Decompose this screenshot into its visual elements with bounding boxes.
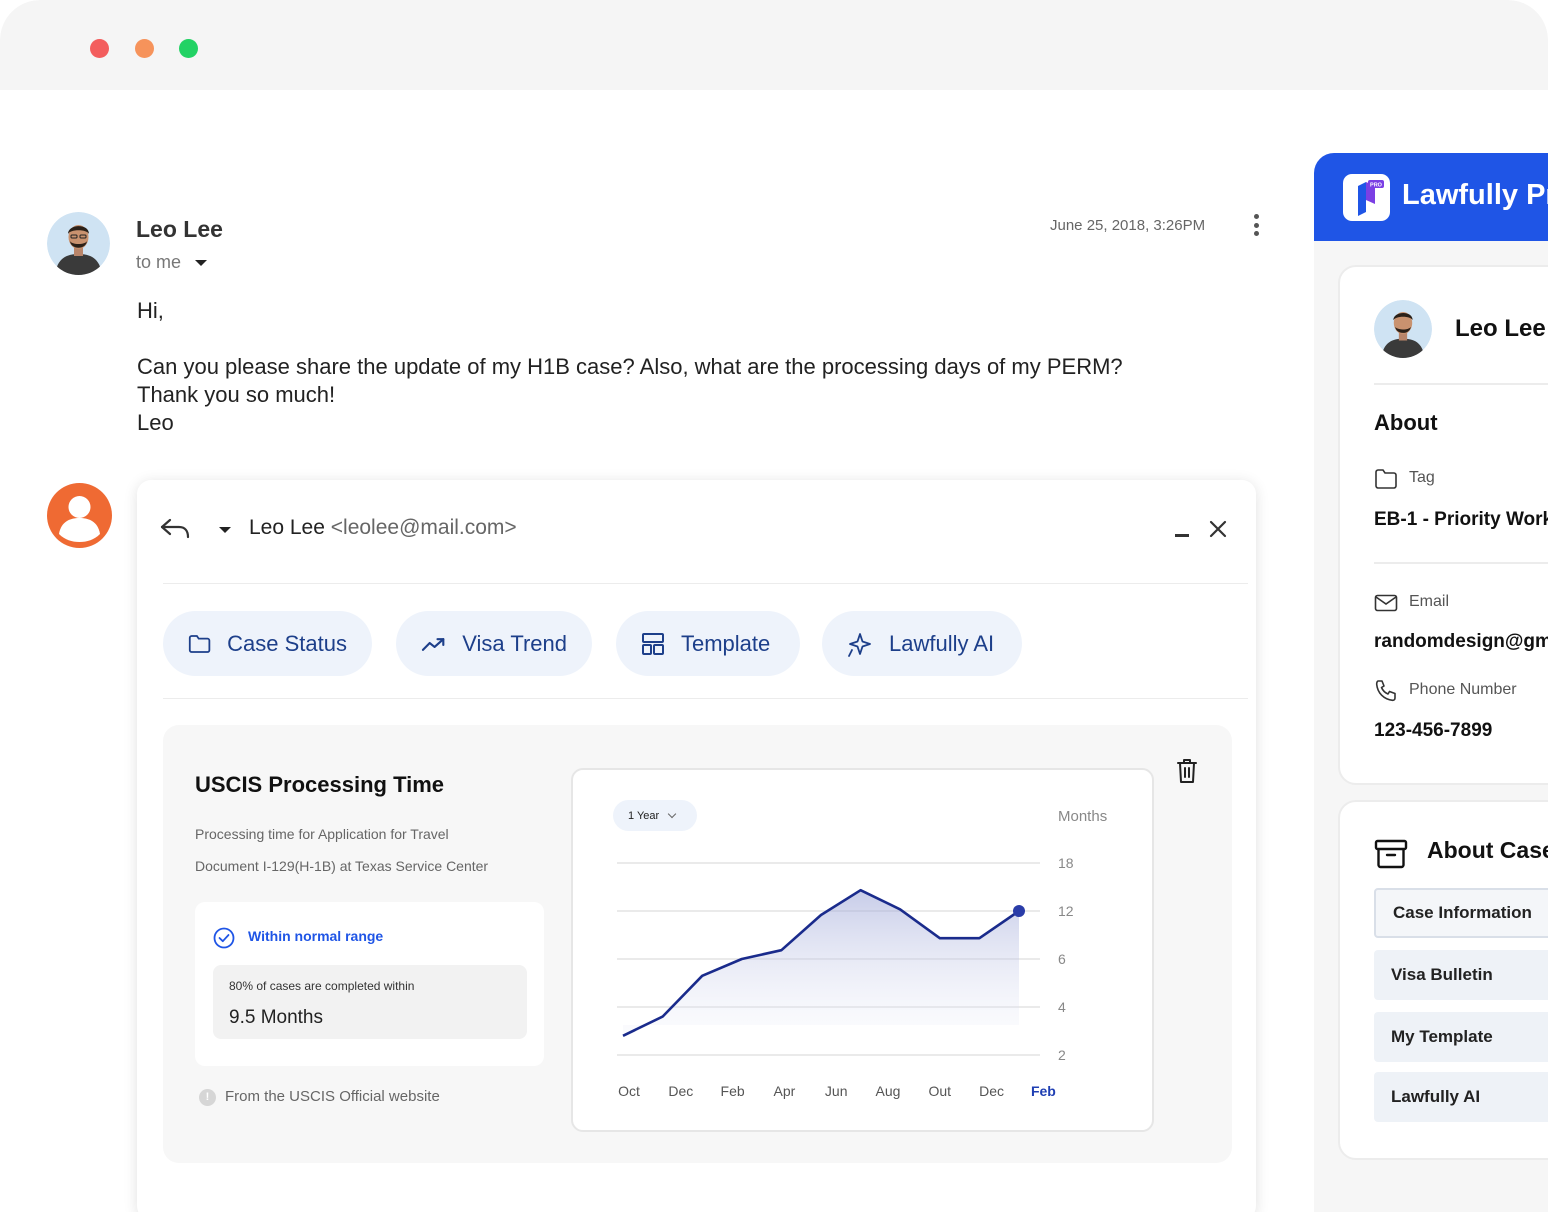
- archive-icon: [1374, 839, 1408, 869]
- logo-badge-text: PRO: [1370, 183, 1383, 189]
- divider: [1374, 562, 1548, 564]
- email-value: randomdesign@gmail.com: [1374, 631, 1548, 652]
- phone-icon: [1375, 680, 1396, 702]
- y-tick-label: 18: [1058, 855, 1074, 871]
- x-tick-label: Apr: [774, 1083, 796, 1099]
- processing-chart: 1 Year Months 18 12 6 4 2 Oct Dec Feb Apr Jun Aug O…: [571, 768, 1154, 1132]
- reply-icon[interactable]: [159, 516, 191, 542]
- lawfully-sidebar: PRO Lawfully Pro Leo Lee About: [1314, 153, 1548, 1212]
- series-area: [623, 890, 1019, 1036]
- tab-label: Case Status: [227, 630, 347, 656]
- divider: [163, 583, 1248, 584]
- about-title: About: [1374, 410, 1438, 435]
- case-menu-item-my-template[interactable]: My Template: [1374, 1012, 1548, 1062]
- minimize-icon[interactable]: [1175, 534, 1189, 537]
- tab-label: Template: [681, 630, 771, 656]
- processing-time-card: USCIS Processing Time Processing time fo…: [163, 725, 1232, 1163]
- user-icon: [59, 496, 100, 542]
- case-menu-item-case-information[interactable]: Case Information: [1374, 888, 1548, 938]
- recipient-label: to me: [136, 252, 182, 272]
- x-tick-label: Out: [929, 1083, 952, 1099]
- about-case-card: About Case Case Information Visa Bulleti…: [1338, 800, 1548, 1160]
- tab-visa-trend[interactable]: Visa Trend: [396, 611, 592, 676]
- profile-avatar: [1374, 300, 1432, 358]
- reply-recipient-email: <leolee@mail.com>: [330, 516, 517, 539]
- divider: [163, 698, 1248, 699]
- trash-icon[interactable]: [1176, 758, 1198, 784]
- email-label: Email: [1409, 593, 1450, 610]
- tab-label: Lawfully AI: [889, 630, 995, 656]
- y-tick-label: 6: [1058, 951, 1066, 967]
- minimize-window-button[interactable]: [135, 39, 154, 58]
- x-tick-label: Oct: [618, 1083, 640, 1099]
- phone-label: Phone Number: [1409, 681, 1517, 698]
- phone-value: 123-456-7899: [1374, 720, 1493, 741]
- email-date: June 25, 2018, 3:26PM: [1050, 217, 1206, 234]
- mail-icon: [1374, 594, 1398, 612]
- completion-box: 80% of cases are completed within 9.5 Mo…: [213, 965, 527, 1039]
- profile-name: Leo Lee: [1455, 315, 1546, 342]
- sender-avatar: [47, 212, 110, 275]
- profile-card: Leo Lee About Tag EB-1 - Priority Worker…: [1338, 265, 1548, 785]
- trend-up-icon: [421, 637, 445, 651]
- folder-icon: [1375, 469, 1397, 489]
- range-status-box: Within normal range 80% of cases are com…: [195, 902, 544, 1066]
- reply-recipient: Leo Lee <leolee@mail.com>: [249, 516, 517, 540]
- check-circle-icon: [213, 927, 235, 949]
- close-icon[interactable]: [1209, 520, 1227, 538]
- folder-icon: [188, 634, 211, 653]
- user-avatar: [47, 483, 112, 548]
- title-bar: [0, 0, 1548, 90]
- reply-recipient-name: Leo Lee: [249, 516, 325, 539]
- more-options-icon[interactable]: [1250, 214, 1262, 236]
- about-case-title: About Case: [1427, 837, 1548, 863]
- tab-label: Visa Trend: [462, 630, 567, 656]
- email-signature: Leo: [137, 410, 174, 435]
- brand-name: Lawfully Pro: [1402, 179, 1548, 211]
- tag-label: Tag: [1409, 469, 1435, 486]
- x-tick-label: Feb: [1031, 1083, 1056, 1099]
- tab-template[interactable]: Template: [616, 611, 800, 676]
- tab-lawfully-ai[interactable]: Lawfully AI: [822, 611, 1022, 676]
- email-body-line: Can you please share the update of my H1…: [137, 354, 1123, 379]
- divider: [1374, 383, 1548, 385]
- app-window: Leo Lee to me June 25, 2018, 3:26PM Hi, …: [0, 0, 1548, 1212]
- case-menu-item-visa-bulletin[interactable]: Visa Bulletin: [1374, 950, 1548, 1000]
- chevron-down-icon[interactable]: [219, 527, 231, 533]
- completion-label: 80% of cases are completed within: [229, 979, 415, 993]
- chevron-down-icon: [195, 259, 208, 266]
- x-tick-label: Feb: [721, 1083, 745, 1099]
- source-note: From the USCIS Official website: [225, 1088, 440, 1105]
- status-label: Within normal range: [248, 928, 384, 944]
- data-point: [1013, 905, 1025, 917]
- x-tick-label: Jun: [825, 1083, 848, 1099]
- maximize-window-button[interactable]: [179, 39, 198, 58]
- reply-composer: Leo Lee <leolee@mail.com> Case Status Vi…: [137, 480, 1256, 1212]
- y-tick-label: 12: [1058, 903, 1074, 919]
- processing-title: USCIS Processing Time: [195, 772, 445, 797]
- email-body-line: Thank you so much!: [137, 382, 336, 407]
- tag-value: EB-1 - Priority Worker: [1374, 509, 1548, 530]
- sender-name: Leo Lee: [136, 216, 223, 242]
- x-tick-label: Dec: [979, 1083, 1004, 1099]
- close-window-button[interactable]: [90, 39, 109, 58]
- tab-case-status[interactable]: Case Status: [163, 611, 372, 676]
- email-greeting: Hi,: [137, 298, 164, 323]
- y-tick-label: 4: [1058, 999, 1066, 1015]
- sidebar-header: PRO Lawfully Pro: [1314, 153, 1548, 241]
- info-icon: !: [199, 1089, 216, 1106]
- recipient-toggle[interactable]: to me: [136, 252, 208, 273]
- sparkle-icon: [848, 632, 871, 657]
- completion-value: 9.5 Months: [229, 1007, 323, 1028]
- processing-description: Processing time for Application for Trav…: [195, 826, 449, 842]
- x-tick-label: Dec: [668, 1083, 693, 1099]
- y-tick-label: 2: [1058, 1047, 1066, 1063]
- processing-description: Document I-129(H-1B) at Texas Service Ce…: [195, 858, 489, 874]
- layout-icon: [642, 632, 664, 655]
- lawfully-logo: PRO: [1343, 174, 1390, 221]
- case-menu-item-lawfully-ai[interactable]: Lawfully AI: [1374, 1072, 1548, 1122]
- x-tick-label: Aug: [876, 1083, 901, 1099]
- chart-canvas: 18 12 6 4 2 Oct Dec Feb Apr Jun Aug Out Dec Feb: [617, 855, 1074, 1099]
